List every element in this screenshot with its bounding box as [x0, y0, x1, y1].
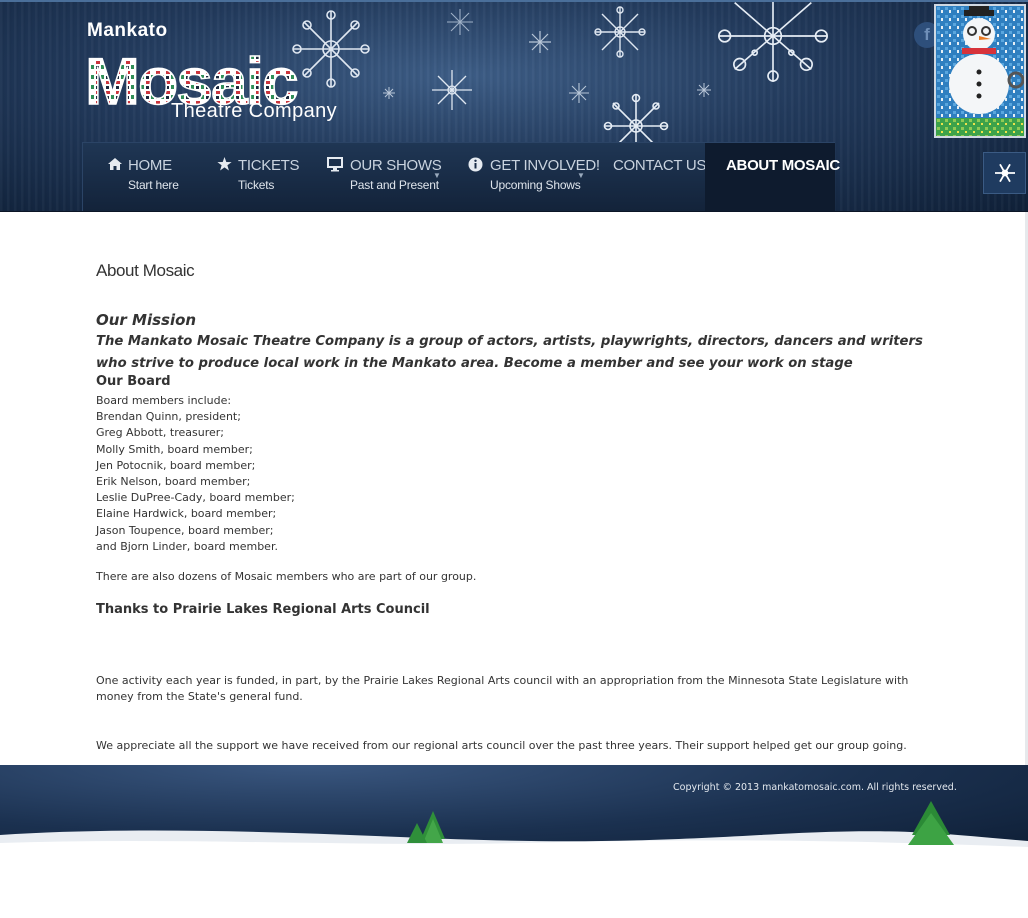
main-nav: HOME Start here TICKETS Tickets OUR SHOW… [82, 142, 840, 212]
nav-item-sublabel: Tickets [238, 178, 275, 192]
board-line: Brendan Quinn, president; [96, 410, 241, 424]
members-note: There are also dozens of Mosaic members … [96, 570, 477, 583]
pine-tree-icon [407, 811, 445, 843]
site-logo[interactable]: Mankato Mosaic Theatre Company [85, 20, 355, 126]
nav-item-label: CONTACT US [613, 157, 707, 174]
snowflake-icon [994, 163, 1015, 183]
snowflake-decoration-icon [594, 6, 646, 58]
chevron-down-icon: ▼ [433, 171, 441, 180]
mission-text: The Mankato Mosaic Theatre Company is a … [96, 334, 923, 371]
funding-text: One activity each year is funded, in par… [96, 674, 909, 703]
thanks-heading: Thanks to Prairie Lakes Regional Arts Co… [96, 602, 430, 617]
snowman-mosaic-icon [934, 4, 1026, 138]
site-header: Mankato Mosaic Theatre Company f HOME St… [0, 0, 1028, 212]
board-line: Jen Potocnik, board member; [96, 458, 256, 472]
info-icon [468, 157, 483, 175]
snowflake-decoration-icon [447, 9, 473, 35]
snowflake-decoration-icon [718, 2, 828, 82]
header-divider [0, 211, 1028, 212]
snowflake-decoration-icon [529, 31, 551, 53]
nav-item-label: TICKETS [238, 157, 300, 174]
snowflake-decoration-icon [383, 87, 395, 99]
snowflake-decoration-icon [432, 70, 472, 110]
nav-item-about-mosaic[interactable]: ABOUT MOSAIC [705, 143, 840, 211]
snow-hills-decoration [0, 830, 1028, 853]
nav-item-our-shows[interactable]: OUR SHOWS Past and Present ▼ [303, 143, 443, 211]
appreciation-text: We appreciate all the support we have re… [96, 739, 907, 752]
nav-item-label: OUR SHOWS [350, 157, 442, 174]
board-list: Board members include: Brendan Quinn, pr… [96, 393, 295, 555]
snowflake-decoration-icon [569, 83, 589, 103]
nav-item-home[interactable]: HOME Start here [83, 143, 195, 211]
page-title: About Mosaic [96, 261, 195, 280]
pine-tree-icon [908, 801, 954, 845]
board-line: Molly Smith, board member; [96, 442, 253, 456]
board-line: Jason Toupence, board member; [96, 523, 274, 537]
board-heading: Our Board [96, 374, 171, 389]
board-line: Leslie DuPree-Cady, board member; [96, 491, 295, 505]
nav-item-sublabel: Past and Present [350, 178, 439, 192]
site-footer: Copyright © 2013 mankatomosaic.com. All … [0, 765, 1028, 853]
board-line: Erik Nelson, board member; [96, 475, 251, 489]
board-line: Greg Abbott, treasurer; [96, 426, 224, 440]
snowflake-decoration-icon [697, 83, 711, 97]
nav-item-label: HOME [128, 157, 172, 174]
nav-item-label: ABOUT MOSAIC [726, 157, 840, 174]
logo-bottom-text: Theatre Company [171, 100, 338, 122]
nav-item-get-involved[interactable]: GET INVOLVED! Upcoming Shows ▼ [443, 143, 600, 211]
copyright-text: Copyright © 2013 mankatomosaic.com. All … [673, 782, 957, 793]
nav-item-sublabel: Start here [128, 178, 179, 192]
snowflake-toggle-button[interactable] [983, 152, 1026, 194]
nav-item-sublabel: Upcoming Shows [490, 178, 581, 192]
board-line: Elaine Hardwick, board member; [96, 507, 277, 521]
star-icon [217, 157, 232, 174]
chevron-down-icon: ▼ [577, 171, 585, 180]
nav-item-contact-us[interactable]: CONTACT US [585, 143, 707, 211]
mission-heading: Our Mission [96, 311, 197, 329]
board-line: and Bjorn Linder, board member. [96, 539, 278, 553]
home-icon [107, 157, 123, 174]
monitor-icon [327, 157, 343, 175]
nav-item-tickets[interactable]: TICKETS Tickets [195, 143, 303, 211]
board-line: Board members include: [96, 394, 232, 407]
logo-top-text: Mankato [87, 20, 168, 41]
